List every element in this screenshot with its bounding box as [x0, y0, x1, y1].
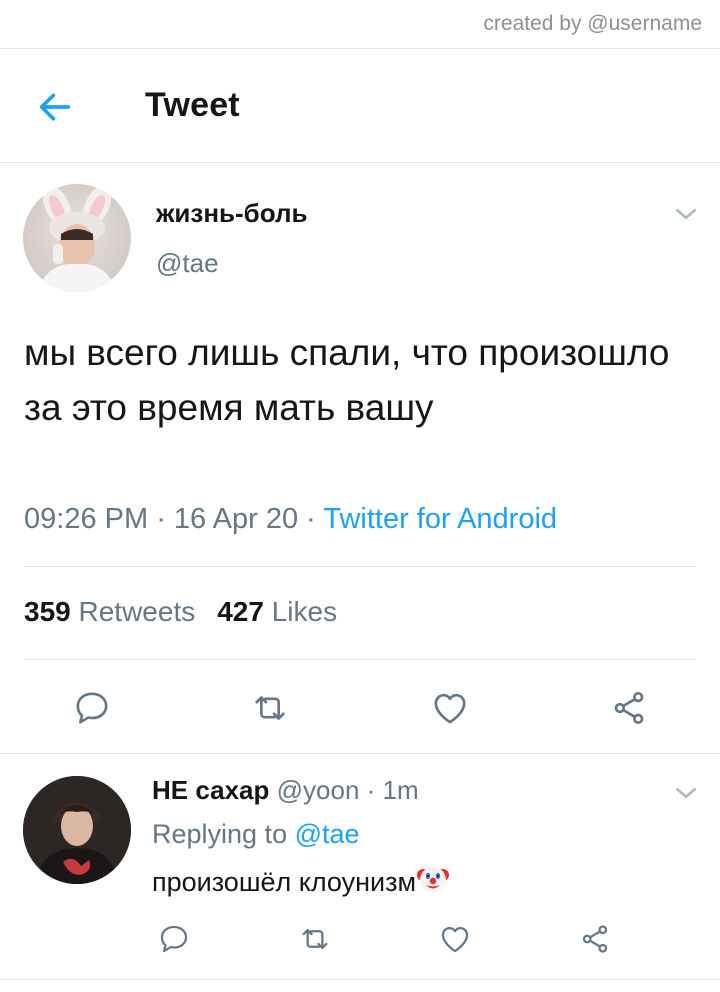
retweets-stat[interactable]: 359 Retweets	[24, 596, 195, 627]
page-title: Tweet	[145, 86, 240, 124]
chevron-down-icon[interactable]	[671, 199, 701, 229]
clown-face-icon	[417, 867, 450, 893]
share-icon	[582, 925, 608, 953]
avatar-image	[37, 185, 117, 292]
reply-reply-button[interactable]	[150, 915, 198, 963]
header-divider	[0, 162, 720, 163]
author-name[interactable]: жизнь-боль	[156, 198, 307, 229]
reply-header: НЕ сахар @yoon · 1m	[152, 775, 419, 806]
reply-icon	[160, 925, 188, 953]
like-button[interactable]	[422, 680, 478, 736]
avatar-image	[23, 776, 131, 884]
tweet-source-link[interactable]: Twitter for Android	[323, 503, 557, 535]
chevron-down-icon[interactable]	[671, 778, 701, 808]
reply-author-name[interactable]: НЕ сахар	[152, 775, 269, 805]
replying-to-line: Replying to @tae	[152, 819, 360, 850]
reply-retweet-button[interactable]	[291, 915, 339, 963]
reply-text-line: произошёл клоунизм	[152, 862, 450, 898]
retweet-button[interactable]	[242, 680, 298, 736]
meta-separator: ·	[298, 503, 324, 535]
arrow-left-icon	[39, 93, 71, 121]
back-button[interactable]	[30, 82, 80, 132]
retweets-label: Retweets	[78, 596, 196, 627]
reply-button[interactable]	[64, 680, 120, 736]
watermark-text: created by @username	[483, 12, 702, 35]
reply-author-handle[interactable]: @yoon	[277, 775, 360, 805]
retweet-icon	[255, 696, 285, 720]
like-icon	[441, 926, 469, 953]
share-icon	[614, 692, 644, 725]
replying-to-handle-link[interactable]: @tae	[295, 819, 360, 849]
tweet-date[interactable]: 16 Apr 20	[174, 503, 298, 535]
top-divider	[0, 48, 720, 49]
reply-time[interactable]: 1m	[383, 775, 419, 805]
share-button[interactable]	[601, 680, 657, 736]
likes-stat[interactable]: 427 Likes	[217, 596, 337, 627]
meta-divider	[24, 566, 696, 567]
retweet-icon	[302, 928, 328, 950]
tweet-stats: 359 Retweets 427 Likes	[24, 596, 337, 628]
retweets-count: 359	[24, 596, 71, 627]
author-avatar[interactable]	[23, 184, 131, 292]
tweet-text: мы всего лишь спали, что произошло за эт…	[24, 332, 670, 428]
reply-share-button[interactable]	[571, 915, 619, 963]
reply-divider	[0, 979, 720, 980]
likes-count: 427	[217, 596, 264, 627]
reply-like-button[interactable]	[431, 915, 479, 963]
author-handle[interactable]: @tae	[156, 248, 219, 279]
meta-separator: ·	[148, 503, 174, 535]
replying-to-label: Replying to	[152, 819, 288, 849]
reply-text: произошёл клоунизм	[152, 867, 417, 897]
reply-icon	[76, 692, 108, 724]
tweet-divider	[0, 753, 720, 754]
reply-author-avatar[interactable]	[23, 776, 131, 884]
likes-label: Likes	[271, 596, 338, 627]
stats-divider	[24, 659, 696, 660]
tweet-time: 09:26 PM	[24, 503, 149, 535]
like-icon	[434, 693, 466, 724]
tweet-meta: 09:26 PM · 16 Apr 20 · Twitter for Andro…	[24, 503, 557, 536]
reply-separator: ·	[359, 775, 383, 805]
